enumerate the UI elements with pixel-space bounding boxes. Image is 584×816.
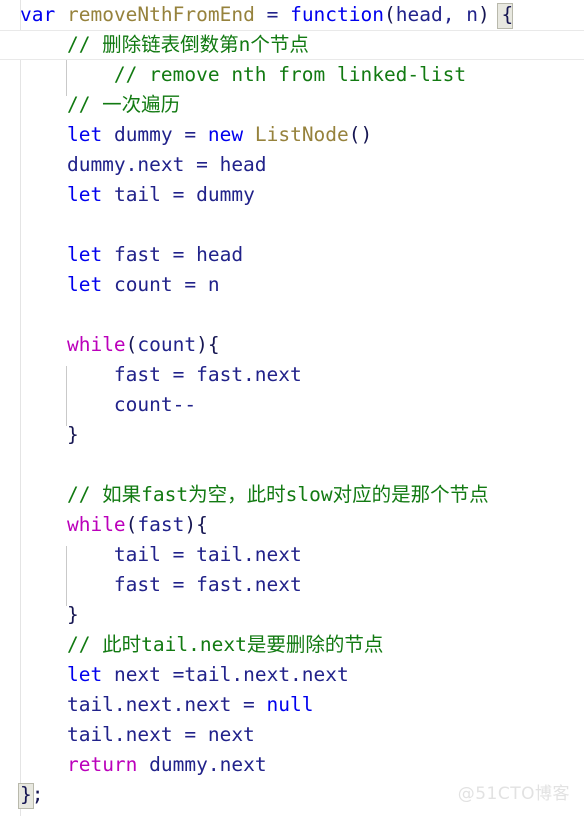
- code-editor-screenshot: var removeNthFromEnd = function(head, n)…: [0, 0, 584, 816]
- code-line[interactable]: let dummy = new ListNode(): [0, 120, 584, 150]
- code-line[interactable]: tail.next = next: [0, 720, 584, 750]
- code-line[interactable]: count--: [0, 390, 584, 420]
- code-line[interactable]: [0, 450, 584, 480]
- code-line[interactable]: fast = fast.next: [0, 570, 584, 600]
- code-line[interactable]: var removeNthFromEnd = function(head, n)…: [0, 0, 584, 30]
- code-line[interactable]: [0, 210, 584, 240]
- code-line[interactable]: // 此时tail.next是要删除的节点: [0, 630, 584, 660]
- site-watermark: @51CTO博客: [457, 784, 570, 804]
- code-lines: var removeNthFromEnd = function(head, n)…: [0, 0, 584, 816]
- code-line[interactable]: return dummy.next: [0, 750, 584, 780]
- code-line[interactable]: tail = tail.next: [0, 540, 584, 570]
- code-line[interactable]: let count = n: [0, 270, 584, 300]
- code-line[interactable]: while(fast){: [0, 510, 584, 540]
- code-line[interactable]: // 如果fast为空，此时slow对应的是那个节点: [0, 480, 584, 510]
- code-line[interactable]: }: [0, 420, 584, 450]
- code-line[interactable]: // remove nth from linked-list: [0, 60, 584, 90]
- code-line[interactable]: let next =tail.next.next: [0, 660, 584, 690]
- code-line[interactable]: // 删除链表倒数第n个节点: [0, 30, 584, 60]
- code-line[interactable]: let fast = head: [0, 240, 584, 270]
- code-line[interactable]: tail.next.next = null: [0, 690, 584, 720]
- code-line[interactable]: let tail = dummy: [0, 180, 584, 210]
- code-line[interactable]: while(count){: [0, 330, 584, 360]
- code-line[interactable]: dummy.next = head: [0, 150, 584, 180]
- code-line[interactable]: }: [0, 600, 584, 630]
- code-line[interactable]: // 一次遍历: [0, 90, 584, 120]
- code-line[interactable]: [0, 300, 584, 330]
- code-line[interactable]: fast = fast.next: [0, 360, 584, 390]
